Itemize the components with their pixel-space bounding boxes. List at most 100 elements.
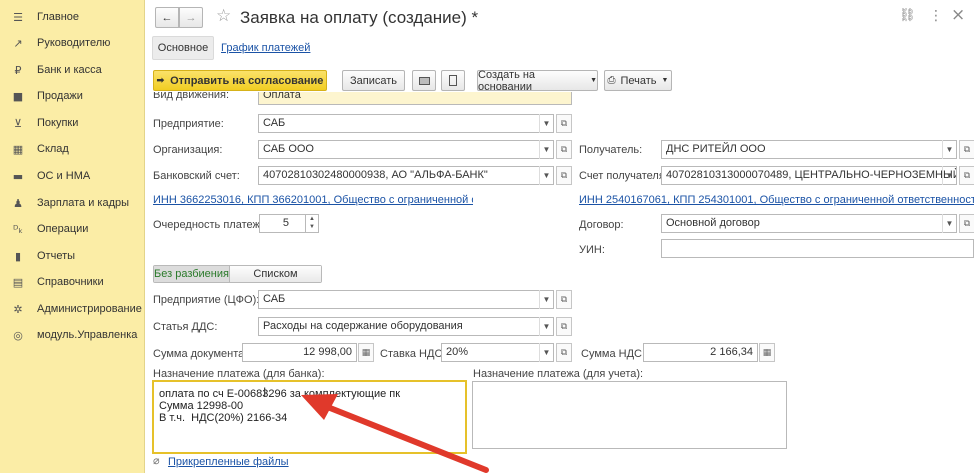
link-icon[interactable]: ⛓ (899, 8, 916, 23)
sidebar-item-2[interactable]: ₽ Банк и касса (0, 57, 145, 83)
close-icon[interactable]: × (951, 5, 965, 25)
calculator-icon[interactable]: ▦ (358, 343, 374, 362)
tab-payment-schedule[interactable]: График платежей (221, 42, 310, 54)
tab-main[interactable]: Основное (152, 36, 214, 60)
sidebar-item-label: Операции (37, 223, 89, 235)
sidebar-item-label: Администрирование (37, 303, 142, 315)
recipient-account-open-icon[interactable]: ⧉ (959, 166, 974, 185)
sidebar-item-3[interactable]: ■ Продажи (0, 83, 145, 109)
dds-item-open-icon[interactable]: ⧉ (556, 317, 572, 336)
send-for-approval-button[interactable]: ➡ Отправить на согласование (153, 70, 327, 91)
bank-account-field[interactable]: 40702810302480000938, АО "АЛЬФА-БАНК" (258, 166, 554, 185)
sidebar-item-12[interactable]: ◎ модуль.Управленка (0, 322, 145, 348)
cfo-dropdown-icon[interactable]: ▼ (539, 290, 553, 309)
vat-rate-open-icon[interactable]: ⧉ (556, 343, 572, 362)
operations-icon: ᴰₖ (12, 222, 24, 236)
module-icon: ◎ (13, 328, 23, 342)
chevron-down-icon: ▼ (590, 77, 597, 84)
main-panel: ← → ☆ Заявка на оплату (создание) * ⛓ ⋮ … (146, 0, 974, 473)
forward-button[interactable]: → (179, 7, 203, 28)
movement-type-field[interactable]: Оплата (258, 92, 572, 105)
post-document-button[interactable] (412, 70, 436, 91)
payment-priority-field[interactable]: 5 (259, 214, 306, 233)
cfo-open-icon[interactable]: ⧉ (556, 290, 572, 309)
vat-rate-field[interactable]: 20% (441, 343, 554, 362)
sidebar-item-11[interactable]: ✲ Администрирование (0, 296, 145, 322)
vat-calculator-icon[interactable]: ▦ (759, 343, 775, 362)
vat-rate-dropdown-icon[interactable]: ▼ (539, 343, 553, 362)
organization-open-icon[interactable]: ⧉ (556, 140, 572, 159)
sidebar-item-label: модуль.Управленка (37, 329, 138, 341)
sidebar-item-8[interactable]: ᴰₖ Операции (0, 216, 145, 242)
more-icon[interactable]: ⋮ (929, 8, 943, 24)
contract-open-icon[interactable]: ⧉ (959, 214, 974, 233)
recipient-label: Получатель: (579, 144, 643, 156)
sidebar-item-9[interactable]: ▮ Отчеты (0, 243, 145, 269)
create-based-on-button[interactable]: Создать на основании ▼ (477, 69, 598, 93)
organization-dropdown-icon[interactable]: ▼ (539, 140, 553, 159)
organization-inn-link[interactable]: ИНН 3662253016, КПП 366201001, Общество … (153, 194, 473, 206)
chevron-down-icon: ▼ (661, 77, 669, 84)
bank-account-open-icon[interactable]: ⧉ (556, 166, 572, 185)
page-title: Заявка на оплату (создание) * (240, 8, 479, 27)
document-sum-field[interactable]: 12 998,00 (242, 343, 357, 362)
uin-label: УИН: (579, 244, 605, 256)
contract-field[interactable]: Основной договор (661, 214, 957, 233)
dds-item-dropdown-icon[interactable]: ▼ (539, 317, 553, 336)
attached-files-link[interactable]: Прикрепленные файлы (168, 456, 289, 468)
purpose-accounting-textarea[interactable] (472, 381, 787, 449)
priority-stepper[interactable]: ▲ ▼ (306, 214, 319, 233)
trend-icon: ↗ (13, 36, 23, 50)
tab-no-split[interactable]: Без разбиения (154, 266, 230, 282)
recipient-open-icon[interactable]: ⧉ (959, 140, 974, 159)
sidebar-item-1[interactable]: ↗ Руководителю (0, 30, 145, 56)
sidebar-item-label: Банк и касса (37, 64, 102, 76)
recipient-dropdown-icon[interactable]: ▼ (942, 140, 956, 159)
document-post-icon (418, 76, 430, 85)
bank-account-dropdown-icon[interactable]: ▼ (539, 166, 553, 185)
sidebar-item-label: Отчеты (37, 250, 76, 262)
warehouse-icon: ▦ (12, 142, 24, 156)
sidebar-item-label: Руководителю (37, 37, 111, 49)
uin-field[interactable] (661, 239, 974, 258)
book-icon: ▤ (12, 275, 24, 289)
organization-label: Организация: (153, 144, 223, 156)
sidebar-item-label: Продажи (37, 90, 83, 102)
cfo-field[interactable]: САБ (258, 290, 554, 309)
sidebar-item-4[interactable]: ⊻ Покупки (0, 110, 145, 136)
sidebar-item-6[interactable]: ▬ ОС и НМА (0, 163, 145, 189)
reports-icon: ▮ (14, 249, 22, 263)
back-button[interactable]: ← (155, 7, 179, 28)
sidebar-item-label: Покупки (37, 117, 79, 129)
document-card-button[interactable] (441, 70, 465, 91)
recipient-account-field[interactable]: 40702810313000070489, ЦЕНТРАЛЬНО-ЧЕРНОЗЕ… (661, 166, 957, 185)
enterprise-open-icon[interactable]: ⧉ (556, 114, 572, 133)
sidebar-item-label: Главное (37, 11, 80, 23)
sidebar-item-5[interactable]: ▦ Склад (0, 136, 145, 162)
vat-rate-label: Ставка НДС: (380, 348, 446, 360)
favorite-star-icon[interactable]: ☆ (216, 6, 231, 26)
vat-sum-field[interactable]: 2 166,34 (643, 343, 758, 362)
annotation-arrow (301, 394, 489, 473)
sidebar-item-7[interactable]: ♟ Зарплата и кадры (0, 190, 145, 216)
recipient-inn-link[interactable]: ИНН 2540167061, КПП 254301001, Общество … (579, 194, 974, 206)
enterprise-dropdown-icon[interactable]: ▼ (539, 114, 553, 133)
dds-item-field[interactable]: Расходы на содержание оборудования (258, 317, 554, 336)
save-button[interactable]: Записать (342, 70, 405, 91)
sidebar-item-0[interactable]: ☰ Главное (0, 4, 145, 30)
bank-account-label: Банковский счет: (153, 170, 240, 182)
people-icon: ♟ (13, 196, 23, 210)
contract-dropdown-icon[interactable]: ▼ (942, 214, 956, 233)
text-cursor-icon: I (263, 385, 267, 399)
recipient-account-label: Счет получателя: (579, 170, 668, 182)
recipient-field[interactable]: ДНС РИТЕЙЛ ООО (661, 140, 957, 159)
sidebar-item-10[interactable]: ▤ Справочники (0, 269, 145, 295)
recipient-account-dropdown-icon[interactable]: ▼ (942, 166, 956, 185)
enterprise-field[interactable]: САБ (258, 114, 554, 133)
print-button[interactable]: ⎙ Печать ▼ (604, 70, 672, 91)
split-toggle: Без разбиения Списком (153, 265, 322, 283)
organization-field[interactable]: САБ ООО (258, 140, 554, 159)
vat-sum-label: Сумма НДС: (581, 348, 646, 360)
tab-list[interactable]: Списком (230, 266, 321, 282)
forward-arrow-icon: → (185, 11, 197, 24)
